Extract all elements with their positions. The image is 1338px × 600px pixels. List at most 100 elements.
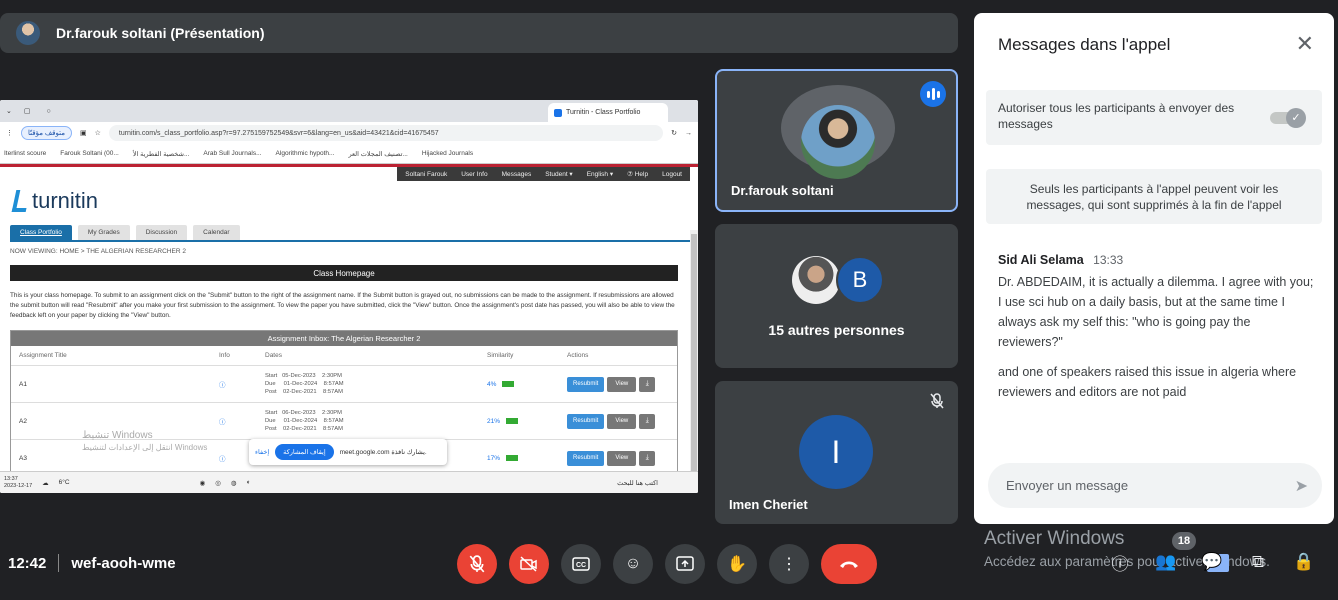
participant-name: Imen Cheriet [729,497,808,512]
app-icon: ◍ [230,479,237,487]
activities-button[interactable]: ⧉ [1246,550,1270,574]
mic-off-icon [469,555,485,573]
allow-messages-toggle[interactable]: ✓ [1270,108,1306,128]
turnitin-favicon-icon [554,108,562,117]
topnav-logout: Logout [662,170,682,178]
participant-tile-presenter[interactable]: Dr.farouk soltani [715,69,958,212]
send-icon[interactable]: ➤ [1295,476,1308,496]
chat-panel: Messages dans l'appel ✕ Autoriser tous l… [974,13,1334,524]
view-button: View [607,413,637,429]
shared-screen: ⌄ ▢ ○ Turnitin - Class Portfolio ⋮ متوقف… [0,100,698,493]
now-viewing-breadcrumb: NOW VIEWING: HOME > THE ALGERIAN RESEARC… [10,248,186,255]
more-vertical-icon: ⋮ [781,556,797,573]
present-button[interactable] [665,544,705,584]
taskbar-weather: 6°C [58,479,70,486]
browser-tab-title: Turnitin - Class Portfolio [566,109,641,116]
turnitin-logo-text: turnitin [32,188,99,213]
assignment-inbox: Assignment Inbox: The Algerian Researche… [10,330,678,493]
avatar-initial: I [799,415,873,489]
browser-address-row: ⋮ متوقف مؤقتًا ▣ ☆ turnitin.com/s_class_… [0,122,698,144]
mic-toggle-button[interactable] [457,544,497,584]
chat-button[interactable]: 💬 [1200,550,1224,574]
share-banner-text: meet.google.com يشارك نافذة. [339,449,427,456]
tab-calendar: Calendar [193,225,240,240]
people-button[interactable]: 👥 [1154,550,1178,574]
inbox-title: Assignment Inbox: The Algerian Researche… [11,331,677,346]
topnav-user: Soltani Farouk [405,170,448,178]
tab-discussion: Discussion [135,225,188,240]
close-icon[interactable]: ✕ [1296,31,1314,57]
similarity-value: 17% [487,454,501,462]
chat-icon: 💬 [1201,552,1223,571]
host-controls-button[interactable]: 🔒 [1292,550,1316,574]
col-info: Info [219,352,230,359]
message-composer: ➤ [988,463,1322,508]
meeting-code: wef-aooh-wme [71,554,176,572]
star-icon: ☆ [94,130,101,137]
page-scrollbar [690,230,698,493]
turnitin-top-nav: Soltani Farouk User Info Messages Studen… [397,167,690,181]
similarity-value: 21% [487,417,501,425]
topnav-user-info: User Info [461,170,488,178]
call-controls: CC ☺ ✋ ⋮ [457,544,877,584]
chat-info-notice: Seuls les participants à l'appel peuvent… [986,169,1322,224]
bookmark-item: شخصية الفطرية الأ... [132,150,190,158]
message-body: and one of speakers raised this issue in… [998,365,1297,399]
message-header: Sid Ali Selama 13:33 [998,253,1123,267]
turnitin-logo: turnitin [11,188,99,214]
present-icon [676,556,694,571]
avatar [792,256,840,304]
class-intro-text: This is your class homepage. To submit t… [10,292,675,319]
captions-button[interactable]: CC [561,544,601,584]
bookmark-item: Algorithmic hypoth... [275,150,335,157]
captions-icon: CC [572,557,590,571]
participant-tile-others[interactable]: B 15 autres personnes [715,224,958,368]
browser-tab-icon: ▢ [23,108,31,115]
taskbar-time: 13:37 2023-12-17 [4,475,33,489]
edge-icon: ◐ [246,479,251,486]
row-actions: Resubmit View ⤓ [567,450,656,466]
more-options-button[interactable]: ⋮ [769,544,809,584]
meeting-details-button[interactable]: ⓘ [1108,550,1132,574]
reload-icon: ↻ [671,130,677,137]
message-input[interactable] [1006,478,1295,493]
assignment-title: A1 [19,380,27,388]
participant-name: Dr.farouk soltani [731,183,834,198]
bookmark-item: Iterlinst scoure [4,150,47,157]
message-sender: Sid Ali Selama [998,253,1084,267]
avatar [801,105,875,179]
assignment-dates: Start 06-Dec-2023 2:30PM Due 01-Dec-2024… [265,410,344,432]
similarity-cell: 17% [487,455,567,462]
similarity-bar [506,418,519,424]
people-icon: 👥 [1155,552,1177,571]
divider [58,554,60,572]
download-icon: ⤓ [639,376,656,392]
col-actions: Actions [567,352,589,359]
windows-taskbar: 13:37 2023-12-17 ☁ 6°C ◉ ◎ ◍ ◐ اكتب هنا … [0,471,698,493]
windows-watermark-title: تنشيط Windows [82,430,153,441]
similarity-cell: 21% [487,418,567,425]
hide-link: إخفاء [255,449,270,456]
info-icon: ⓘ [219,382,226,389]
presenter-avatar [16,21,40,45]
message-time: 13:33 [1093,253,1124,267]
download-icon: ⤓ [639,450,656,466]
others-count-label: 15 autres personnes [768,322,905,338]
app-icon: ◎ [215,479,221,487]
download-icon: ⤓ [639,413,656,429]
allow-messages-label: Autoriser tous les participants à envoye… [998,101,1235,131]
similarity-value: 4% [487,380,497,388]
bookmark-item: تصنيف المجلات العر... [348,150,408,158]
camera-toggle-button[interactable] [509,544,549,584]
reactions-button[interactable]: ☺ [613,544,653,584]
presenter-bar: Dr.farouk soltani (Présentation) [0,13,958,53]
raise-hand-button[interactable]: ✋ [717,544,757,584]
lock-icon: 🔒 [1293,552,1315,571]
speaking-indicator-icon [920,81,946,107]
tab-class-portfolio: Class Portfolio [10,225,72,240]
participant-tile-imen[interactable]: I Imen Cheriet [715,381,958,524]
assignment-dates: Start 05-Dec-2023 2:30PM Due 01-Dec-2024… [265,373,344,395]
stop-sharing-button: إيقاف المشاركة [275,444,334,460]
col-dates: Dates [265,351,282,359]
leave-call-button[interactable] [821,544,877,584]
